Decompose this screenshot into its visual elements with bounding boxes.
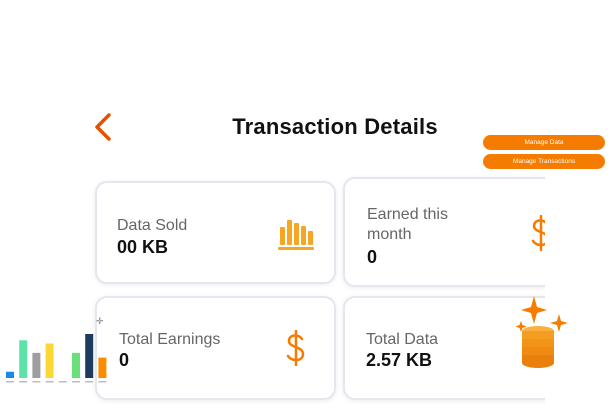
- dollar-icon: [531, 215, 545, 251]
- mini-bar-chart: [6, 334, 107, 383]
- mini-chart-tick-label: [19, 381, 28, 383]
- earned-this-month-value: 0: [367, 247, 378, 267]
- mini-chart-tick-label: [85, 381, 94, 383]
- mini-chart-bar: [98, 357, 107, 378]
- mini-chart-bar: [85, 334, 94, 378]
- total-earnings-label: Total Earnings: [119, 331, 221, 348]
- dollar-icon: [286, 330, 305, 366]
- mini-chart-tick-label: [45, 381, 54, 383]
- bar-chart-icon: [278, 220, 314, 250]
- earned-this-month-label: Earned this month: [367, 206, 448, 243]
- mini-chart-bar: [58, 373, 67, 378]
- total-data-label: Total Data: [366, 331, 439, 348]
- mini-chart-tick-label: [58, 381, 67, 383]
- earned-this-month-card[interactable]: Earned this month 0: [343, 177, 545, 287]
- coins-sparkle-icon: [515, 296, 568, 368]
- total-data-value: 2.57 KB: [366, 350, 433, 370]
- mini-chart-tick-label: [6, 381, 14, 383]
- data-sold-value: 00 KB: [117, 237, 169, 257]
- total-earnings-card[interactable]: Total Earnings 0: [95, 296, 336, 400]
- mini-chart-bar: [72, 352, 80, 378]
- mini-chart-bar: [45, 343, 54, 378]
- total-earnings-value: 0: [119, 350, 130, 370]
- mini-chart-tick-label: [72, 381, 80, 383]
- crosshair-icon: ✛: [96, 316, 104, 326]
- mini-chart-tick-label: [98, 381, 107, 383]
- mini-chart-tick-label: [32, 381, 41, 383]
- mini-chart-bar: [6, 371, 14, 378]
- transaction-details-screen: Transaction Details Manage Data Manage T…: [0, 0, 611, 415]
- mini-chart-bar: [19, 340, 28, 378]
- data-sold-label: Data Sold: [117, 217, 188, 234]
- data-sold-card[interactable]: Data Sold 00 KB: [95, 181, 336, 284]
- mini-chart-bar: [32, 352, 41, 378]
